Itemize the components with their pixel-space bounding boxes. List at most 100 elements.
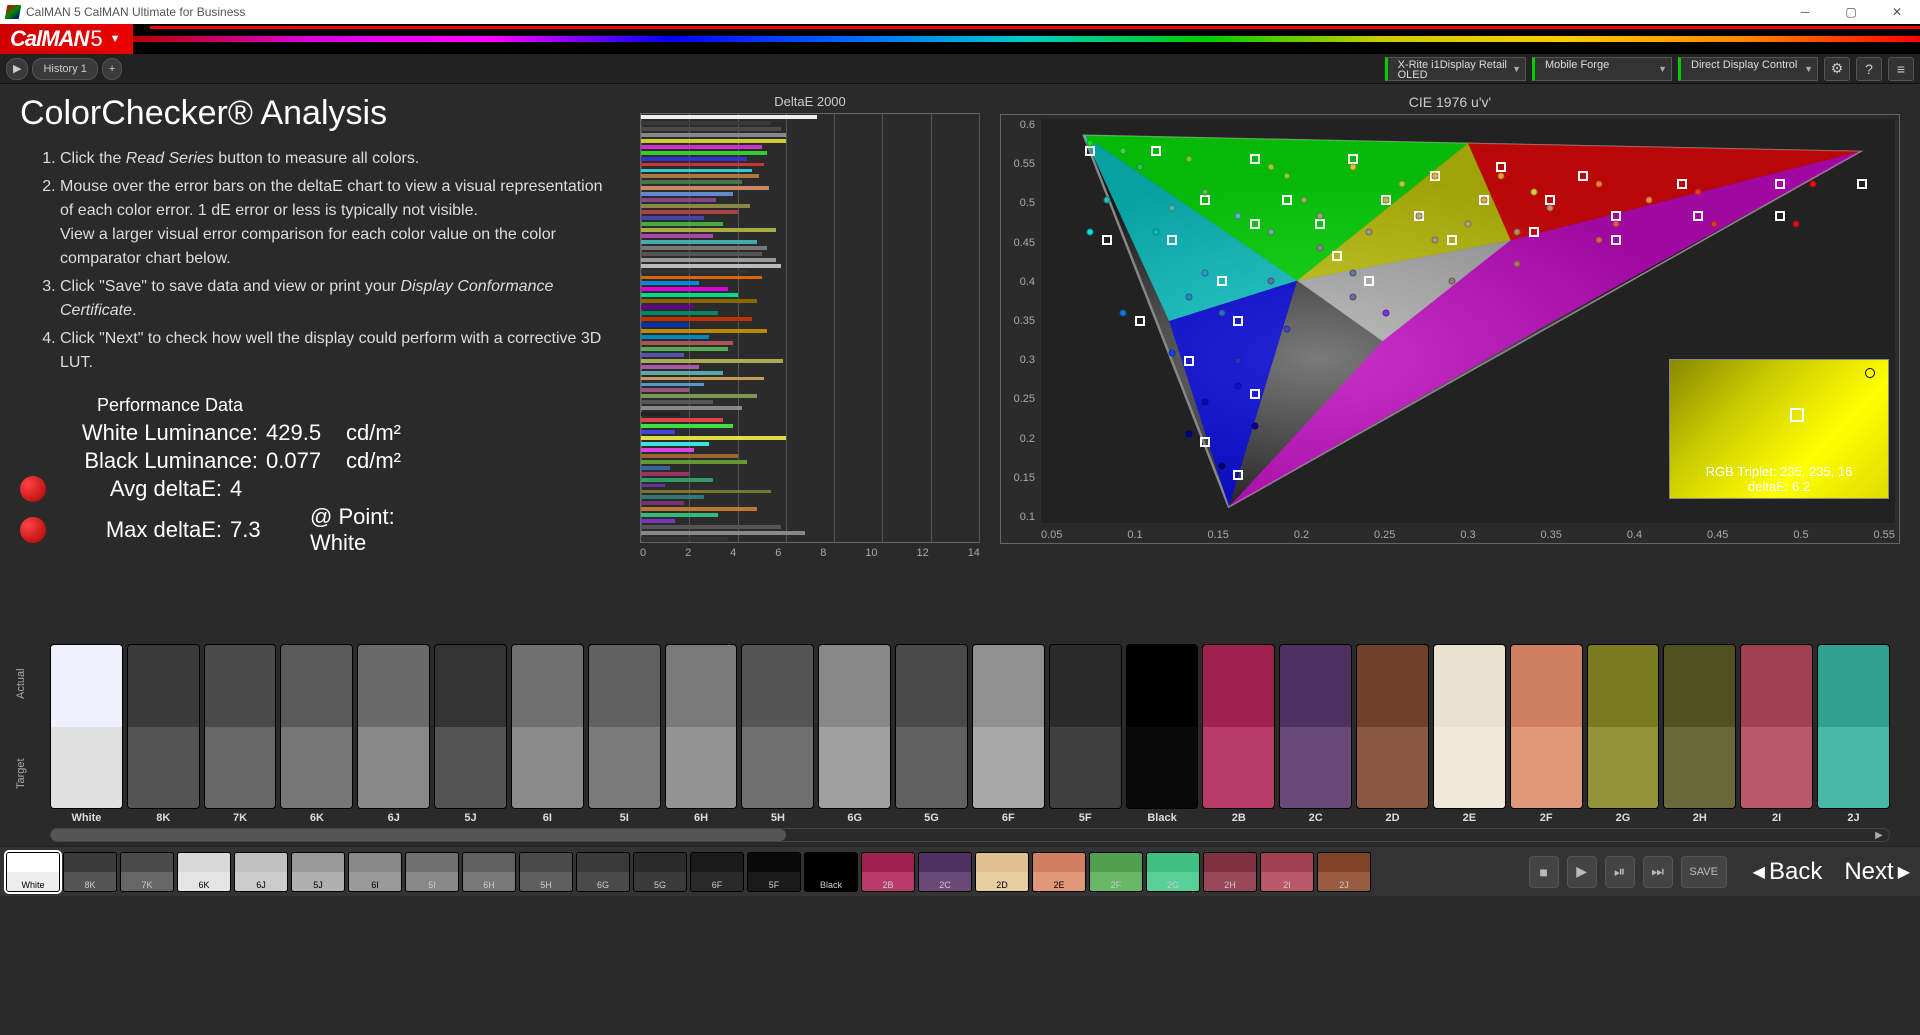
deltae-bar[interactable]	[641, 281, 699, 285]
brand-logo[interactable]: CalMAN5 ▼	[0, 24, 133, 54]
cie-measured-point[interactable]	[1251, 423, 1258, 430]
cie-target-point[interactable]	[1282, 195, 1292, 205]
deltae-bar[interactable]	[641, 174, 759, 178]
read-single-button[interactable]: ▶	[1567, 856, 1597, 888]
cie-measured-point[interactable]	[1465, 221, 1472, 228]
cie-measured-point[interactable]	[1612, 221, 1619, 228]
cie-target-point[interactable]	[1233, 470, 1243, 480]
swatch-big[interactable]: 6K	[280, 644, 353, 824]
cie-measured-point[interactable]	[1202, 269, 1209, 276]
deltae-bar[interactable]	[641, 365, 699, 369]
settings-button[interactable]: ⚙	[1824, 57, 1850, 81]
swatch-big[interactable]: 5J	[434, 644, 507, 824]
cie-measured-point[interactable]	[1235, 382, 1242, 389]
deltae-bar[interactable]	[641, 139, 786, 143]
swatch-big[interactable]: 6G	[818, 644, 891, 824]
cie-target-point[interactable]	[1250, 219, 1260, 229]
deltae-bar[interactable]	[641, 145, 762, 149]
swatch-big[interactable]: Black	[1126, 644, 1199, 824]
swatch-big[interactable]: 5I	[588, 644, 661, 824]
deltae-bar[interactable]	[641, 383, 704, 387]
deltae-bar[interactable]	[641, 406, 742, 410]
cie-measured-point[interactable]	[1596, 237, 1603, 244]
cie-measured-point[interactable]	[1284, 172, 1291, 179]
swatch-small[interactable]: 7K	[120, 852, 174, 892]
cie-measured-point[interactable]	[1300, 196, 1307, 203]
deltae-bar[interactable]	[641, 353, 684, 357]
cie-measured-point[interactable]	[1284, 326, 1291, 333]
add-history-button[interactable]: +	[102, 58, 122, 80]
cie-measured-point[interactable]	[1218, 463, 1225, 470]
cie-target-point[interactable]	[1578, 171, 1588, 181]
swatch-big[interactable]: 2D	[1356, 644, 1429, 824]
deltae-bar[interactable]	[641, 371, 723, 375]
window-maximize-button[interactable]: ▢	[1828, 0, 1874, 24]
swatch-small[interactable]: 5G	[633, 852, 687, 892]
deltae-bar[interactable]	[641, 151, 767, 155]
swatch-small[interactable]: 5H	[519, 852, 573, 892]
deltae-bar[interactable]	[641, 329, 767, 333]
swatch-big[interactable]: 2H	[1663, 644, 1736, 824]
cie-measured-point[interactable]	[1350, 164, 1357, 171]
cie-measured-point[interactable]	[1514, 229, 1521, 236]
help-button[interactable]: ?	[1856, 57, 1882, 81]
deltae-bar[interactable]	[641, 293, 738, 297]
history-tab[interactable]: History 1	[32, 58, 97, 80]
swatch-small[interactable]: 2I	[1260, 852, 1314, 892]
deltae-bar[interactable]	[641, 388, 689, 392]
swatch-small[interactable]: 2B	[861, 852, 915, 892]
swatch-small[interactable]: Black	[804, 852, 858, 892]
cie-measured-point[interactable]	[1087, 229, 1094, 236]
cie-target-point[interactable]	[1529, 227, 1539, 237]
swatch-small[interactable]: 2F	[1089, 852, 1143, 892]
cie-measured-point[interactable]	[1366, 229, 1373, 236]
deltae-bar[interactable]	[641, 311, 718, 315]
deltae-bar[interactable]	[641, 252, 762, 256]
cie-measured-point[interactable]	[1530, 188, 1537, 195]
deltae-bar[interactable]	[641, 442, 709, 446]
window-minimize-button[interactable]: ─	[1782, 0, 1828, 24]
cie-measured-point[interactable]	[1267, 277, 1274, 284]
cie-target-point[interactable]	[1364, 276, 1374, 286]
cie-target-point[interactable]	[1167, 235, 1177, 245]
swatch-big[interactable]: 8K	[127, 644, 200, 824]
deltae-bar[interactable]	[641, 341, 733, 345]
cie-measured-point[interactable]	[1317, 212, 1324, 219]
deltae-bar[interactable]	[641, 484, 665, 488]
deltae-bar[interactable]	[641, 472, 689, 476]
deltae-bar[interactable]	[641, 460, 747, 464]
deltae-bar[interactable]	[641, 216, 704, 220]
device-source-dropdown[interactable]: Mobile Forge ▼	[1532, 57, 1672, 81]
deltae-bar[interactable]	[641, 192, 733, 196]
cie-target-point[interactable]	[1611, 235, 1621, 245]
cie-measured-point[interactable]	[1169, 350, 1176, 357]
swatch-big[interactable]: 2C	[1279, 644, 1352, 824]
swatch-big[interactable]: 2E	[1433, 644, 1506, 824]
panel-menu-button[interactable]: ≡	[1888, 57, 1914, 81]
swatch-small[interactable]: 5J	[291, 852, 345, 892]
swatch-big[interactable]: White	[50, 644, 123, 824]
deltae-bar[interactable]	[641, 186, 769, 190]
deltae-bar[interactable]	[641, 204, 750, 208]
swatch-big[interactable]: 2J	[1817, 644, 1890, 824]
swatch-big[interactable]: 5H	[741, 644, 814, 824]
cie-measured-point[interactable]	[1317, 245, 1324, 252]
deltae-bar[interactable]	[641, 246, 767, 250]
cie-measured-point[interactable]	[1547, 204, 1554, 211]
swatch-small[interactable]: 6I	[348, 852, 402, 892]
swatch-big[interactable]: 2B	[1202, 644, 1275, 824]
cie-target-point[interactable]	[1250, 154, 1260, 164]
cie-target-point[interactable]	[1315, 219, 1325, 229]
swatch-big[interactable]: 2F	[1510, 644, 1583, 824]
cie-measured-point[interactable]	[1596, 180, 1603, 187]
deltae-bar[interactable]	[641, 412, 680, 416]
cie-target-point[interactable]	[1775, 179, 1785, 189]
cie-measured-point[interactable]	[1809, 180, 1816, 187]
deltae-bar[interactable]	[641, 222, 723, 226]
cie-target-point[interactable]	[1348, 154, 1358, 164]
cie-measured-point[interactable]	[1267, 164, 1274, 171]
deltae-bar[interactable]	[641, 430, 675, 434]
swatch-big[interactable]: 7K	[204, 644, 277, 824]
cie-measured-point[interactable]	[1350, 293, 1357, 300]
back-button[interactable]: ◀Back	[1749, 858, 1823, 886]
